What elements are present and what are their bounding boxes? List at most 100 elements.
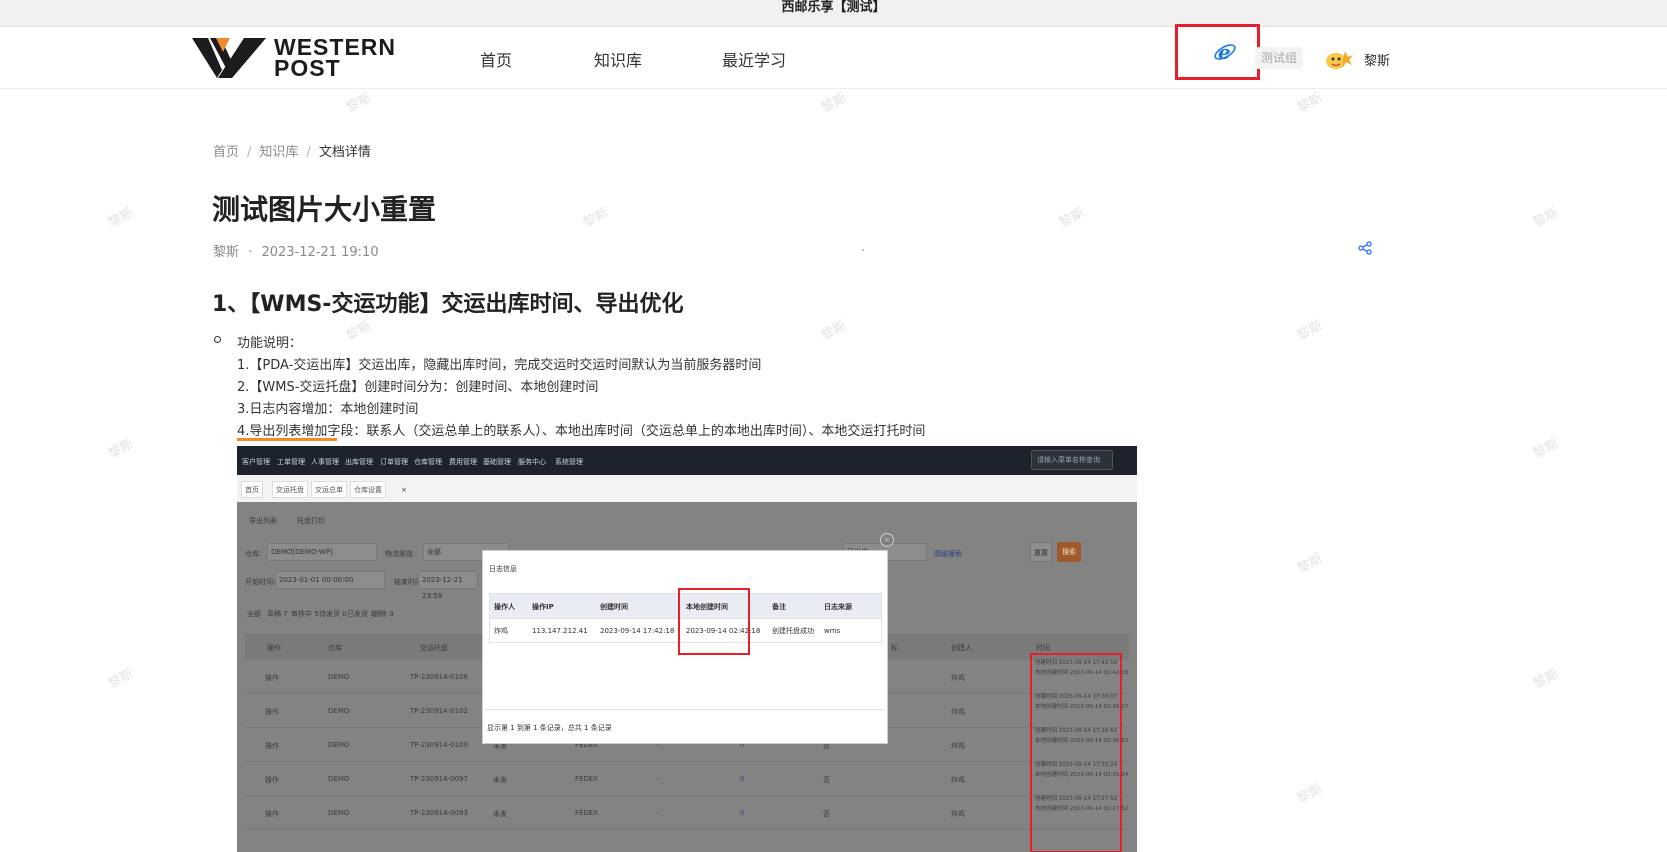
screenshot-modal-td: 创建托盘成功 bbox=[772, 627, 814, 635]
breadcrumb-separator: / bbox=[306, 145, 311, 160]
screenshot-advanced-search: 高级搜索 bbox=[934, 550, 962, 558]
screenshot-close-tabs: × bbox=[401, 486, 407, 494]
breadcrumb-separator: / bbox=[247, 145, 252, 160]
nav-knowledge-base[interactable]: 知识库 bbox=[594, 47, 642, 71]
screenshot-status-tab: 全部 bbox=[247, 610, 261, 618]
screenshot-time: 创建时间 2023-09-14 17:42:18 bbox=[1035, 660, 1118, 666]
watermark: 黎斯 bbox=[1530, 436, 1561, 462]
screenshot-cell: 未发 bbox=[493, 776, 507, 784]
screenshot-modal-th: 操作人 bbox=[494, 603, 515, 611]
feature-line-3: 3.日志内容增加：本地创建时间 bbox=[237, 402, 419, 417]
watermark: 黎斯 bbox=[1294, 781, 1325, 807]
screenshot-cell: DEMO bbox=[328, 673, 350, 681]
watermark: 黎斯 bbox=[1294, 318, 1325, 344]
watermark: 黎斯 bbox=[105, 205, 136, 231]
screenshot-modal-th: 日志来源 bbox=[824, 603, 852, 611]
screenshot-nav-item: 费用管理 bbox=[449, 458, 477, 466]
embedded-screenshot: 客户管理 工单管理 人事管理 出库管理 订单管理 仓库管理 费用管理 基础管理 … bbox=[237, 446, 1137, 852]
screenshot-status-tab: 审核中 5 bbox=[291, 610, 319, 618]
screenshot-nav-item: 人事管理 bbox=[311, 458, 339, 466]
screenshot-cell: TP-230914-0100 bbox=[410, 741, 468, 749]
screenshot-field-warehouse: DEMO[DEMO-WP] bbox=[267, 543, 377, 561]
western-post-logo[interactable]: WESTERN POST bbox=[192, 36, 404, 80]
screenshot-modal-footer: 显示第 1 到第 1 条记录，总共 1 条记录 bbox=[487, 724, 612, 732]
screenshot-label-carrier: 物流渠道: bbox=[385, 550, 416, 558]
screenshot-cell: 操作 bbox=[265, 674, 279, 682]
screenshot-time: 创建时间 2023-09-14 17:27:52 bbox=[1035, 796, 1118, 802]
breadcrumb-knowledge-base[interactable]: 知识库 bbox=[259, 145, 298, 160]
meta-separator: · bbox=[248, 245, 253, 260]
divider bbox=[485, 709, 885, 710]
watermark: 黎斯 bbox=[1294, 90, 1325, 116]
username[interactable]: 黎斯 bbox=[1364, 50, 1390, 69]
doc-author: 黎斯 bbox=[213, 245, 240, 260]
group-badge[interactable]: 测试组 bbox=[1255, 47, 1304, 69]
screenshot-toolbar-print: 托盘打印 bbox=[297, 517, 325, 525]
watermark: 黎斯 bbox=[343, 318, 374, 344]
screenshot-tab: 仓库设置 bbox=[350, 481, 386, 498]
screenshot-status-tab: 待发货 0 bbox=[319, 610, 347, 618]
screenshot-cell: DEMO bbox=[328, 707, 350, 715]
feature-line-4: 4.导出列表增加字段：联系人（交运总单上的联系人）、本地出库时间（交运总单上的本… bbox=[237, 424, 926, 439]
screenshot-cell: DEMO bbox=[328, 775, 350, 783]
progress-underline bbox=[237, 438, 337, 441]
logo-mark-icon bbox=[192, 38, 266, 78]
screenshot-tab: 交运托盘 bbox=[272, 481, 308, 498]
screenshot-cell: DEMO bbox=[328, 741, 350, 749]
screenshot-cell: 0 bbox=[740, 809, 745, 817]
screenshot-label-warehouse: 仓库: bbox=[245, 550, 262, 558]
screenshot-cell: TP-230914-0093 bbox=[410, 809, 468, 817]
section-heading: 1、【WMS-交运功能】交运出库时间、导出优化 bbox=[212, 292, 684, 317]
screenshot-cell: TP-230914-0106 bbox=[410, 673, 468, 681]
screenshot-cell: 操作 bbox=[265, 742, 279, 750]
screenshot-cell: 否 bbox=[823, 776, 830, 784]
screenshot-th: 标 bbox=[891, 644, 898, 652]
window-title-bar: 西邮乐享【测试】 bbox=[0, 0, 1667, 27]
share-icon[interactable] bbox=[1358, 240, 1372, 259]
screenshot-modal-td: 113.147.212.41 bbox=[532, 627, 588, 635]
screenshot-time: 创建时间 2023-09-14 17:36:52 bbox=[1035, 728, 1118, 734]
screenshot-reset-button: 重置 bbox=[1030, 542, 1052, 562]
screenshot-field-start: 2023-01-01 00:00:00 bbox=[275, 571, 385, 589]
screenshot-cell: FEDEX bbox=[575, 809, 599, 817]
screenshot-cell: - bbox=[657, 775, 660, 783]
screenshot-cell: 操作 bbox=[265, 708, 279, 716]
screenshot-th: 操作 bbox=[267, 644, 281, 652]
screenshot-modal-title: 日志信息 bbox=[489, 565, 517, 573]
page-title: 测试图片大小重置 bbox=[212, 193, 437, 226]
screenshot-modal-td: 2023-09-14 17:42:18 bbox=[600, 627, 675, 635]
screenshot-nav-item: 仓库管理 bbox=[414, 458, 442, 466]
screenshot-th: 仓库 bbox=[328, 644, 342, 652]
logo-text-line2: POST bbox=[274, 55, 341, 81]
feature-line-2: 2.【WMS-交运托盘】创建时间分为：创建时间、本地创建时间 bbox=[237, 380, 599, 395]
site-header: WESTERN POST 首页 知识库 最近学习 bbox=[0, 27, 1667, 89]
svg-text:e: e bbox=[1218, 40, 1231, 64]
screenshot-nav-item: 工单管理 bbox=[277, 458, 305, 466]
screenshot-time: 创建时间 2023-09-14 17:35:24 bbox=[1035, 762, 1118, 768]
nav-home[interactable]: 首页 bbox=[480, 47, 512, 71]
nav-recent-study[interactable]: 最近学习 bbox=[722, 47, 786, 71]
screenshot-modal-td: wms bbox=[824, 627, 841, 635]
watermark: 黎斯 bbox=[1056, 205, 1087, 231]
screenshot-nav-item: 基础管理 bbox=[483, 458, 511, 466]
bullet-label: 功能说明： bbox=[237, 336, 303, 351]
watermark: 黎斯 bbox=[343, 90, 374, 116]
screenshot-time: 本地创建时间 2023-09-14 02:42:18 bbox=[1035, 670, 1129, 676]
doc-meta: 黎斯 · 2023-12-21 19:10 bbox=[213, 241, 379, 260]
avatar[interactable] bbox=[1325, 47, 1354, 71]
watermark: 黎斯 bbox=[580, 205, 611, 231]
breadcrumb-home[interactable]: 首页 bbox=[213, 145, 239, 160]
window-title: 西邮乐享【测试】 bbox=[781, 0, 886, 15]
screenshot-label-start: 开始时间: bbox=[245, 578, 276, 586]
screenshot-modal-th: 操作IP bbox=[532, 603, 554, 611]
screenshot-nav-item: 订单管理 bbox=[380, 458, 408, 466]
screenshot-tabs: 首页 交运托盘 交运总单 仓库设置 × bbox=[237, 475, 1137, 502]
screenshot-cell: DEMO bbox=[328, 809, 350, 817]
ie-icon[interactable]: e bbox=[1213, 40, 1237, 68]
watermark: 黎斯 bbox=[1530, 666, 1561, 692]
screenshot-cell: FEDEX bbox=[575, 775, 599, 783]
doc-date: 2023-12-21 19:10 bbox=[261, 245, 379, 260]
screenshot-nav-item: 系统管理 bbox=[555, 458, 583, 466]
watermark: 黎斯 bbox=[105, 666, 136, 692]
watermark: 黎斯 bbox=[1530, 205, 1561, 231]
